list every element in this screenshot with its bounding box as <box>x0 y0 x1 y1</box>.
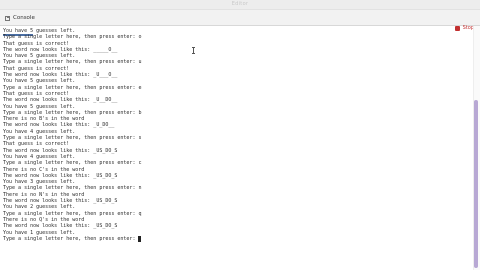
input-caret <box>138 235 142 242</box>
console-icon <box>5 15 10 21</box>
window-title: Editor <box>231 1 249 7</box>
scrollbar-thumb[interactable] <box>474 100 478 268</box>
tab-console-label: Console <box>13 15 35 21</box>
text-cursor-icon <box>192 47 195 54</box>
console-line: Type a single letter here, then press en… <box>3 235 472 242</box>
tab-bar: Console Stop <box>0 10 480 36</box>
window-titlebar: Editor <box>0 0 480 10</box>
console-output[interactable]: You have 5 guesses left. Type a single le… <box>0 26 472 270</box>
tab-console[interactable]: Console <box>0 10 36 26</box>
